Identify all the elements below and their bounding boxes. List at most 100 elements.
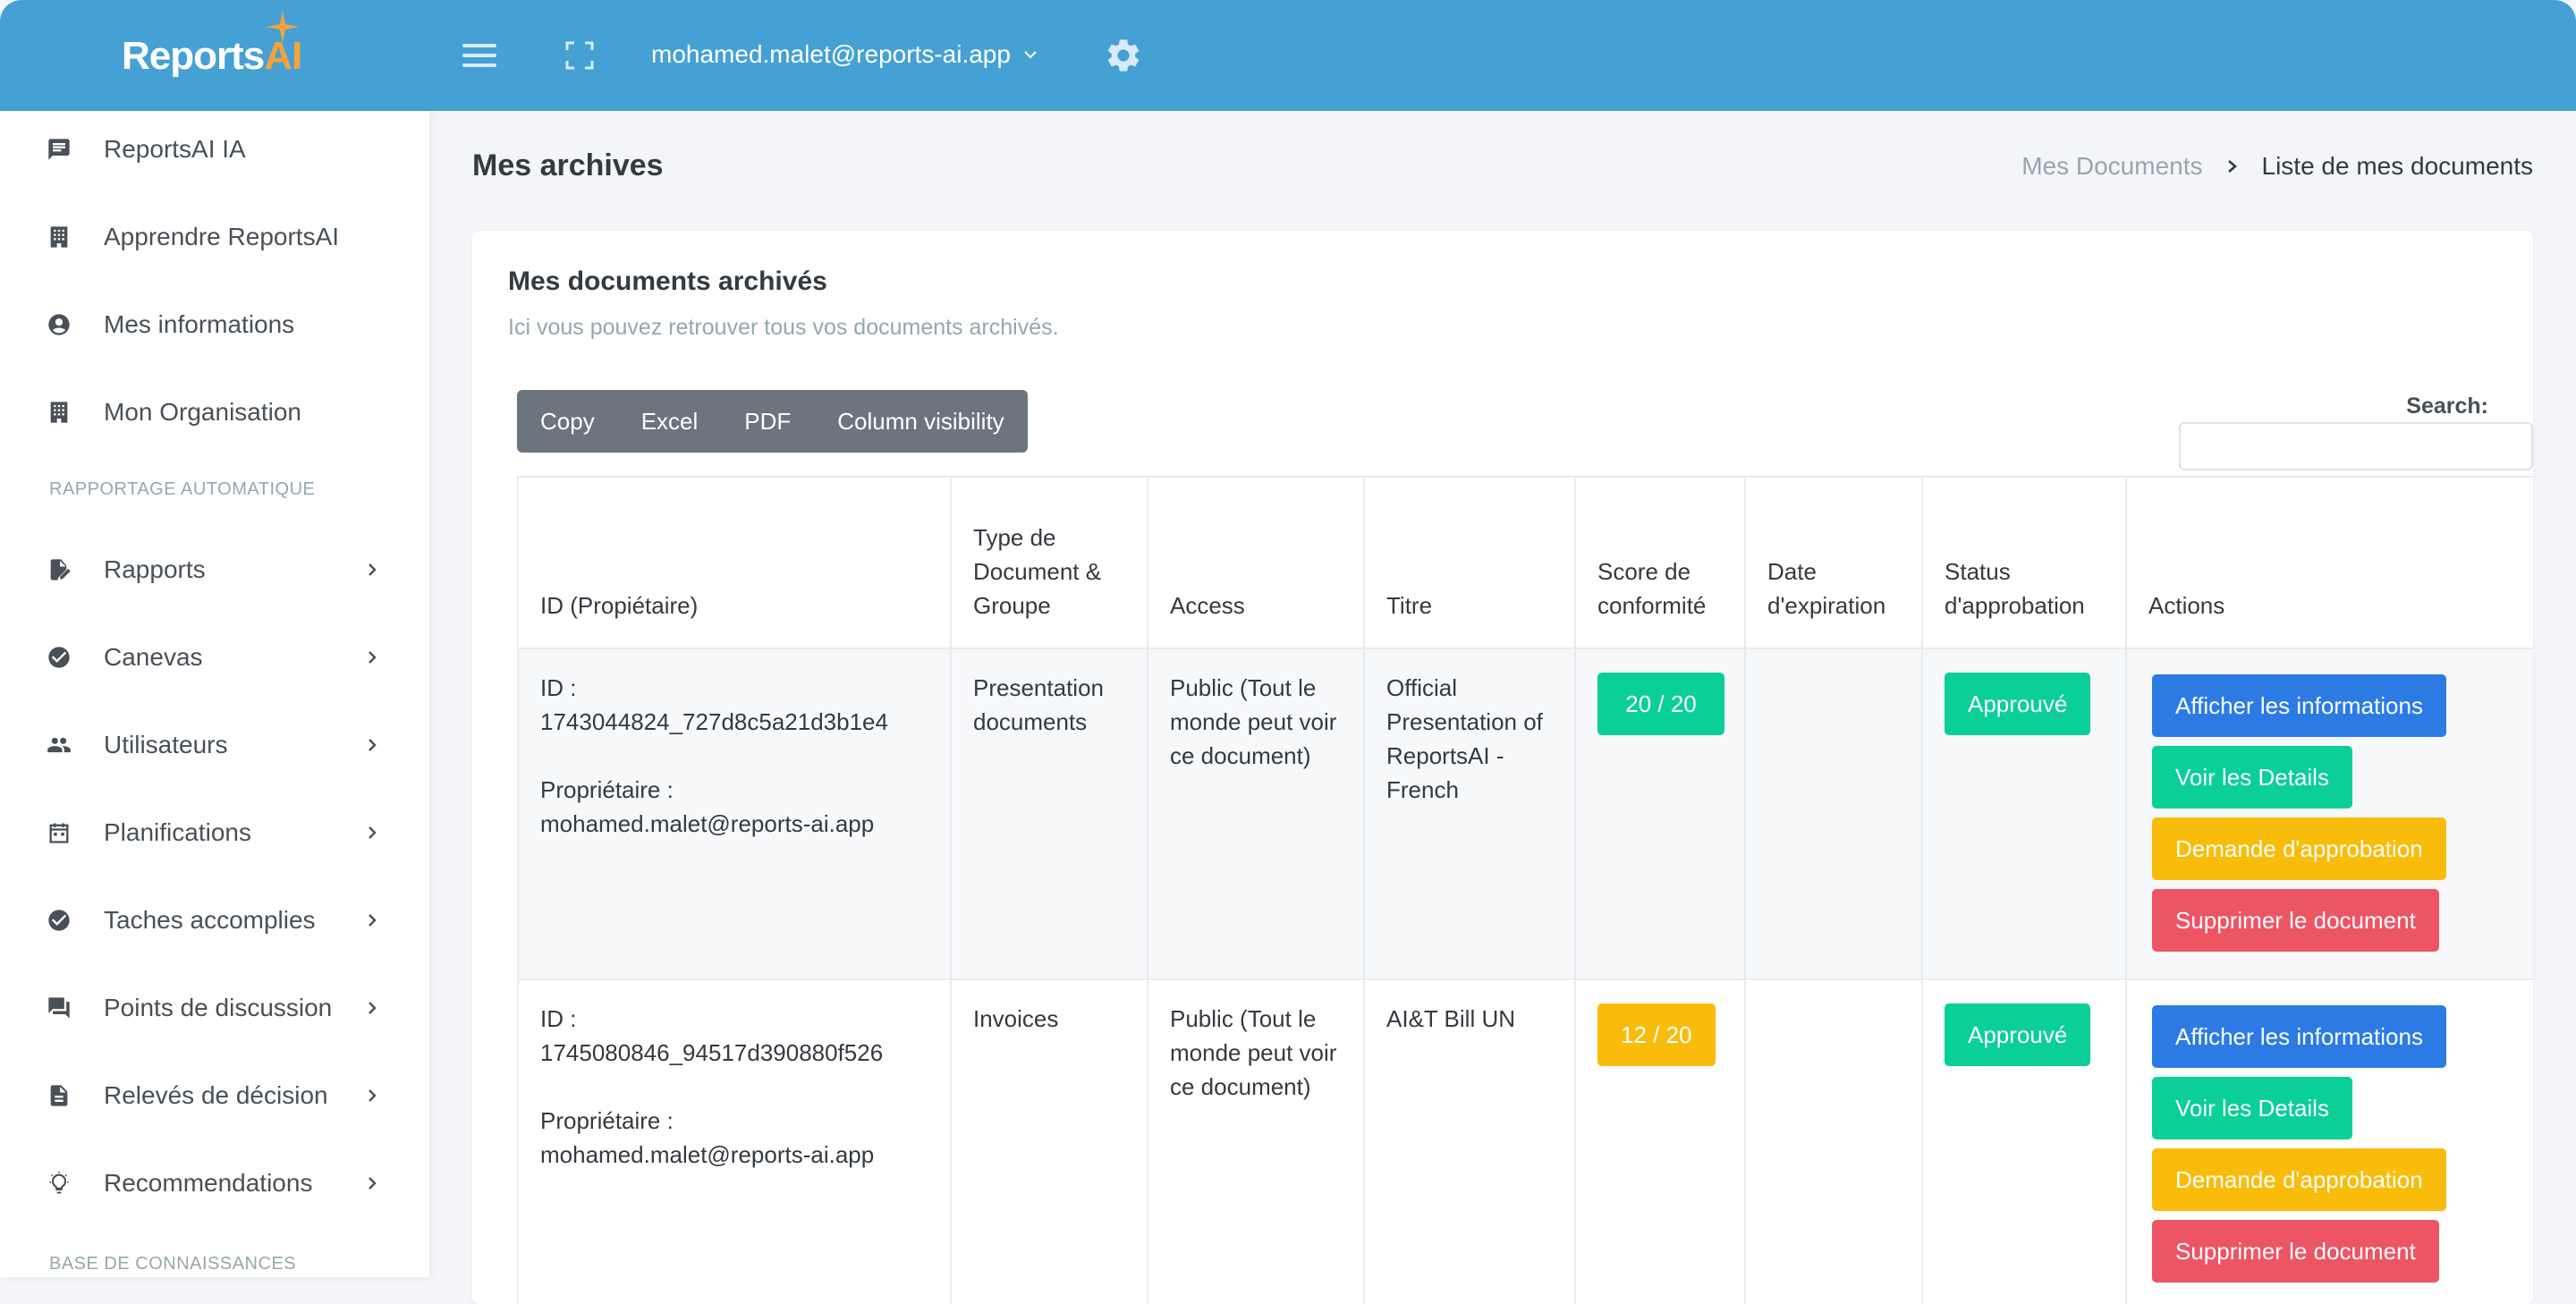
document-title: Official Presentation of ReportsAI - Fre… [1363, 648, 1576, 980]
sidebar-item-reportsai-ia[interactable]: ReportsAI IA [0, 118, 429, 181]
table-row: ID : 1743044824_727d8c5a21d3b1e4 Proprié… [517, 648, 2533, 980]
search-label: Search: [2406, 394, 2488, 419]
excel-button[interactable]: Excel [618, 390, 722, 453]
column-header[interactable]: Actions [2125, 476, 2533, 649]
settings-button[interactable] [1098, 30, 1148, 80]
request-approval-button[interactable]: Demande d'approbation [2152, 817, 2446, 880]
status-cell: Approuvé [1921, 978, 2127, 1304]
breadcrumb: Mes Documents Liste de mes documents [2021, 152, 2533, 181]
lightbulb-icon [49, 1172, 69, 1194]
owner-email: mohamed.malet@reports-ai.app [540, 1141, 875, 1168]
sidebar-item-points-de-discussion[interactable]: Points de discussion [0, 977, 429, 1039]
sidebar-item-apprendre[interactable]: Apprendre ReportsAI [0, 206, 429, 268]
sidebar-item-label: Apprendre ReportsAI [104, 223, 340, 250]
actions-cell: Afficher les informations Voir les Detai… [2125, 978, 2533, 1304]
chevron-down-icon [1024, 51, 1037, 59]
sidebar-item-label: Points de discussion [104, 994, 333, 1021]
score-badge: 20 / 20 [1597, 673, 1724, 735]
sidebar-item-releves-de-decision[interactable]: Relevés de décision [0, 1064, 429, 1127]
expiration-date [1744, 648, 1923, 980]
document-access: Public (Tout le monde peut voir ce docum… [1147, 978, 1365, 1304]
pdf-button[interactable]: PDF [721, 390, 814, 453]
request-approval-button[interactable]: Demande d'approbation [2152, 1148, 2446, 1211]
sidebar-section-title: BASE DE CONNAISSANCES [49, 1254, 297, 1274]
score-cell: 20 / 20 [1574, 648, 1746, 980]
column-header[interactable]: Access [1147, 476, 1365, 649]
id-owner-cell: ID : 1743044824_727d8c5a21d3b1e4 Proprié… [517, 648, 952, 980]
fullscreen-icon [565, 41, 594, 70]
chat-bubbles-icon [48, 997, 70, 1019]
top-header: ReportsAI mohamed.malet@reports-ai.app [0, 0, 2576, 111]
sidebar-item-label: Relevés de décision [104, 1081, 328, 1109]
delete-document-button[interactable]: Supprimer le document [2152, 889, 2439, 952]
score-cell: 12 / 20 [1574, 978, 1746, 1304]
chevron-right-icon [369, 1089, 377, 1102]
column-header[interactable]: Type de Document & Groupe [950, 476, 1148, 649]
documents-table: ID (Propiétaire) Type de Document & Grou… [517, 476, 2533, 1304]
view-details-button[interactable]: Voir les Details [2152, 1077, 2352, 1139]
app-logo[interactable]: ReportsAI [122, 11, 302, 97]
fullscreen-button[interactable] [555, 30, 605, 80]
sidebar-item-recommendations[interactable]: Recommendations [0, 1152, 429, 1215]
chat-icon [48, 139, 70, 160]
id-label: ID : [540, 674, 577, 701]
sidebar-section-title: RAPPORTAGE AUTOMATIQUE [49, 479, 316, 499]
show-info-button[interactable]: Afficher les informations [2152, 674, 2446, 737]
breadcrumb-current: Liste de mes documents [2261, 152, 2534, 180]
building-icon [50, 226, 68, 248]
sidebar-item-taches-accomplies[interactable]: Taches accomplies [0, 889, 429, 952]
edit-document-icon [50, 559, 71, 580]
chevron-right-icon [2227, 160, 2237, 173]
chevron-right-icon [369, 563, 377, 576]
document-id: 1743044824_727d8c5a21d3b1e4 [540, 708, 888, 735]
user-menu[interactable]: mohamed.malet@reports-ai.app [651, 32, 1038, 77]
show-info-button[interactable]: Afficher les informations [2152, 1005, 2446, 1068]
chevron-right-icon [369, 1177, 377, 1190]
menu-icon [462, 44, 496, 67]
calendar-icon [49, 823, 69, 843]
document-title: AI&T Bill UN [1363, 978, 1576, 1304]
actions-cell: Afficher les informations Voir les Detai… [2125, 648, 2533, 980]
logo-text-main: Reports [122, 34, 265, 78]
sidebar-item-canevas[interactable]: Canevas [0, 626, 429, 689]
sidebar-item-rapports[interactable]: Rapports [0, 538, 429, 601]
score-badge: 12 / 20 [1597, 1003, 1716, 1066]
check-circle-icon [48, 647, 70, 668]
column-header[interactable]: Titre [1363, 476, 1576, 649]
document-id: 1745080846_94517d390880f526 [540, 1039, 884, 1066]
owner-email: mohamed.malet@reports-ai.app [540, 810, 875, 837]
status-cell: Approuvé [1921, 648, 2127, 980]
sidebar-item-mes-informations[interactable]: Mes informations [0, 293, 429, 356]
status-badge: Approuvé [1945, 1003, 2091, 1066]
view-details-button[interactable]: Voir les Details [2152, 746, 2352, 809]
sidebar-item-planifications[interactable]: Planifications [0, 801, 429, 864]
column-header[interactable]: Score de conformité [1574, 476, 1746, 649]
search-input[interactable] [2179, 422, 2533, 470]
sidebar-item-label: Mon Organisation [104, 398, 302, 426]
sidebar-item-label: Planifications [104, 818, 251, 846]
copy-button[interactable]: Copy [517, 390, 618, 453]
sidebar-item-utilisateurs[interactable]: Utilisateurs [0, 714, 429, 776]
user-circle-icon [48, 314, 70, 335]
documents-card: Mes documents archivés Ici vous pouvez r… [472, 231, 2533, 1304]
column-visibility-button[interactable]: Column visibility [814, 390, 1027, 453]
breadcrumb-link[interactable]: Mes Documents [2021, 152, 2202, 181]
document-access: Public (Tout le monde peut voir ce docum… [1147, 648, 1365, 980]
documents-table-wrapper: ID (Propiétaire) Type de Document & Grou… [517, 476, 2533, 1304]
sidebar-item-label: ReportsAI IA [104, 135, 246, 163]
sidebar-item-mon-organisation[interactable]: Mon Organisation [0, 381, 429, 444]
column-header[interactable]: Status d'approbation [1921, 476, 2127, 649]
menu-toggle-button[interactable] [454, 30, 504, 80]
chevron-right-icon [369, 826, 377, 839]
sparkle-icon [267, 11, 299, 43]
delete-document-button[interactable]: Supprimer le document [2152, 1220, 2439, 1283]
table-row: ID : 1745080846_94517d390880f526 Proprié… [517, 978, 2533, 1304]
column-header[interactable]: Date d'expiration [1744, 476, 1923, 649]
check-circle-icon [48, 910, 70, 931]
sidebar-item-label: Rapports [104, 555, 206, 583]
id-label: ID : [540, 1005, 577, 1032]
document-type: Presentation documents [950, 648, 1148, 980]
column-header[interactable]: ID (Propiétaire) [517, 476, 952, 649]
id-owner-cell: ID : 1745080846_94517d390880f526 Proprié… [517, 978, 952, 1304]
sidebar-item-label: Canevas [104, 643, 203, 671]
